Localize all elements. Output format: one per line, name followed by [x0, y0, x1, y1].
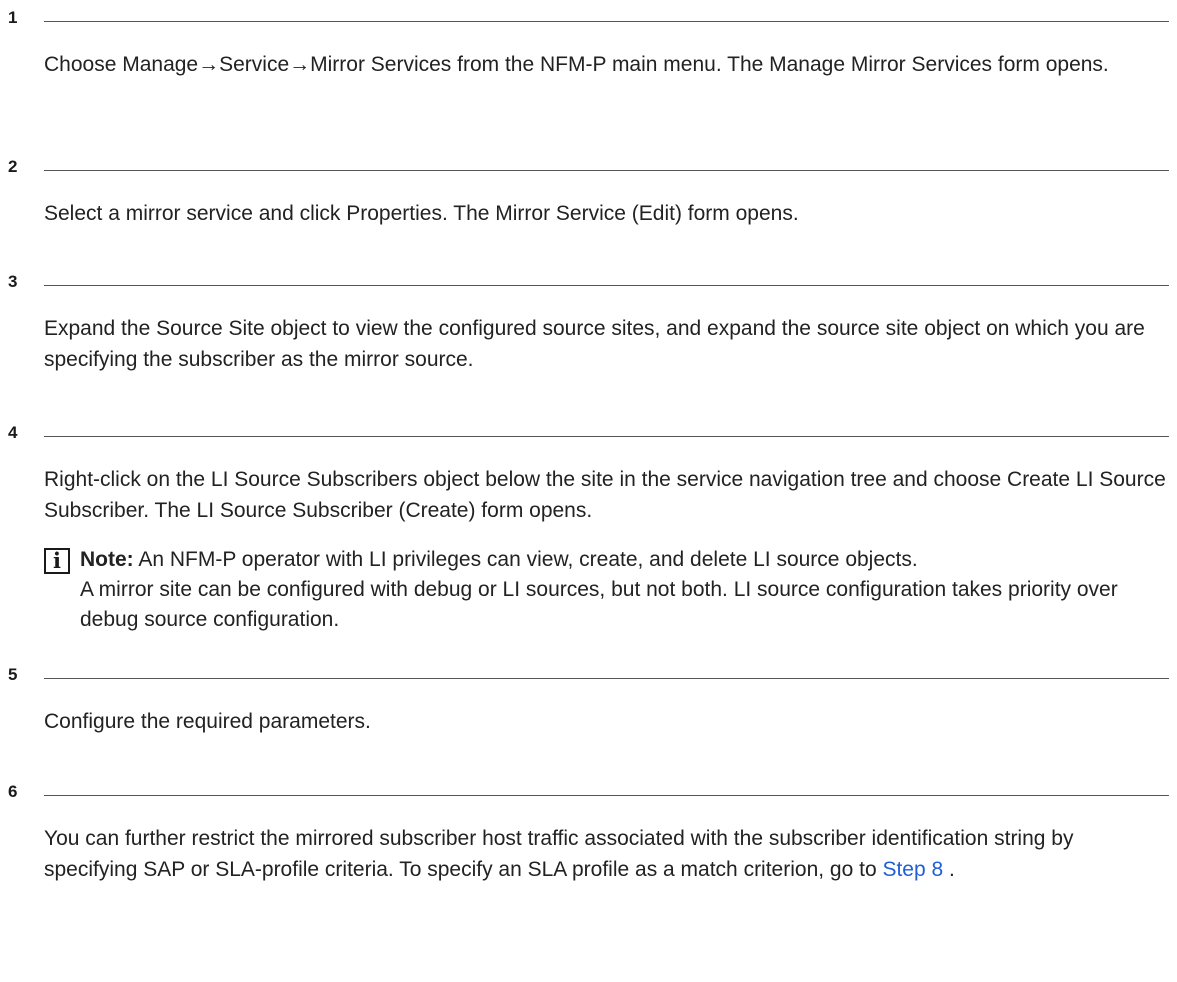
- step-text-after: .: [943, 858, 955, 881]
- step-8-link[interactable]: Step 8: [882, 858, 943, 881]
- note-text-1: An NFM-P operator with LI privileges can…: [133, 548, 918, 571]
- step-number: 5: [8, 665, 18, 684]
- step-text: Expand the Source Site object to view th…: [44, 317, 1145, 371]
- note-paragraph-2: A mirror site can be configured with deb…: [80, 578, 1118, 631]
- step-text: Select a mirror service and click Proper…: [44, 202, 799, 225]
- step-divider: [44, 170, 1169, 171]
- step-divider: [44, 678, 1169, 679]
- step-text: Choose Manage→Service→Mirror Services fr…: [44, 53, 1109, 76]
- note-label: Note:: [80, 548, 134, 571]
- step-divider: [44, 21, 1169, 22]
- note-body: Note: An NFM-P operator with LI privileg…: [80, 545, 1160, 635]
- info-icon: i: [44, 548, 70, 574]
- step-number: 6: [8, 782, 18, 801]
- step-divider: [44, 285, 1169, 286]
- step-number: 2: [8, 157, 18, 176]
- step-text: Configure the required parameters.: [44, 710, 371, 733]
- step-text: Right-click on the LI Source Subscribers…: [44, 468, 1166, 522]
- step-divider: [44, 795, 1169, 796]
- step-number: 1: [8, 8, 18, 27]
- step-number: 3: [8, 272, 18, 291]
- step-number: 4: [8, 423, 18, 442]
- note-paragraph-1: Note: An NFM-P operator with LI privileg…: [80, 545, 1160, 575]
- step-text: You can further restrict the mirrored su…: [44, 823, 1169, 885]
- step-divider: [44, 436, 1169, 437]
